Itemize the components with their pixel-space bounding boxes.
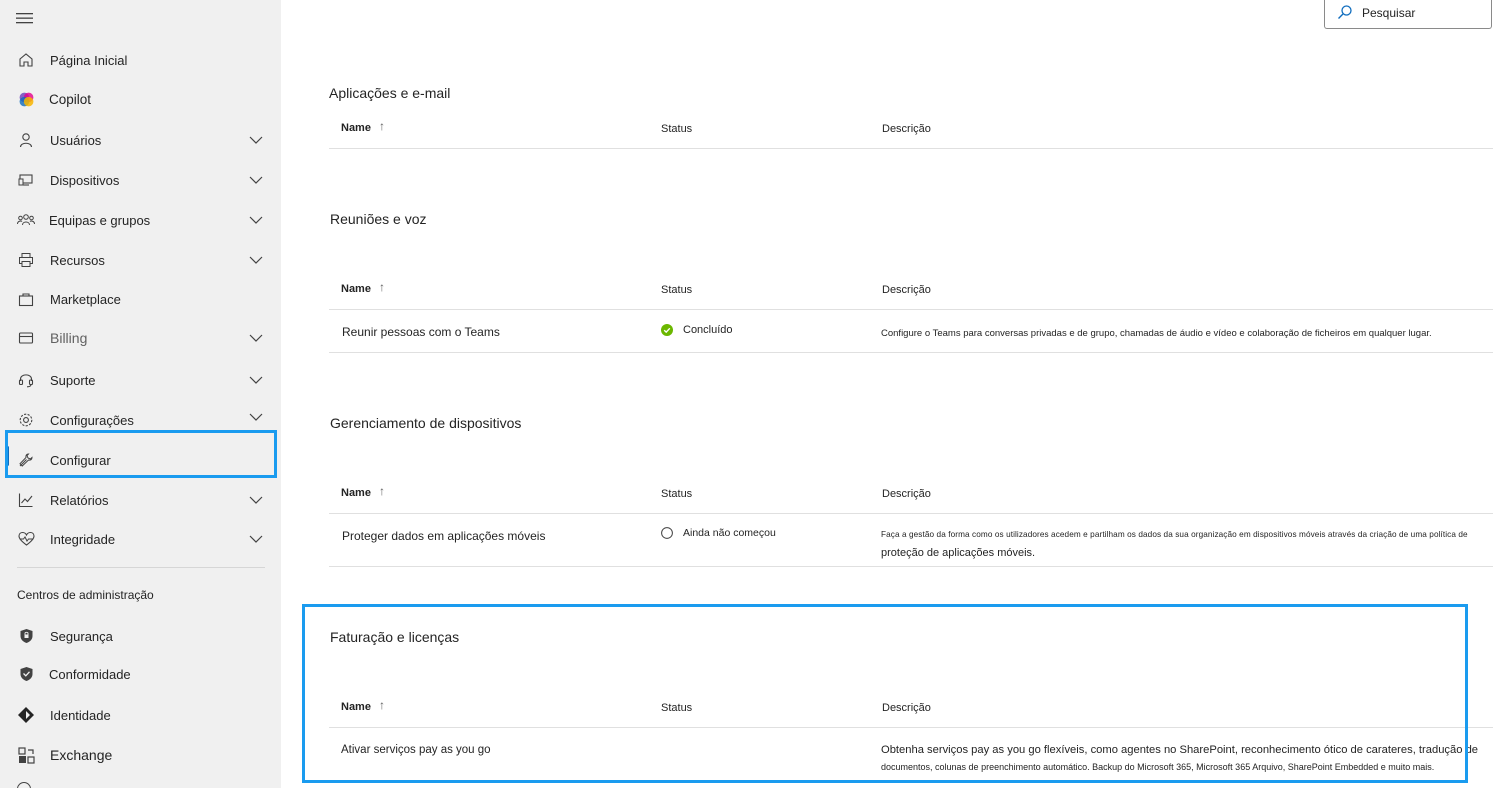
nav-item-label: Dispositivos bbox=[50, 172, 120, 188]
nav-item-resources[interactable]: Recursos bbox=[0, 241, 281, 279]
nav-item-home[interactable]: Página Inicial bbox=[0, 41, 281, 79]
section-title-device-management: Gerenciamento de dispositivos bbox=[330, 415, 522, 431]
chevron-down-icon[interactable] bbox=[249, 495, 263, 505]
nav-item-identity[interactable]: Identidade bbox=[0, 696, 281, 734]
shield-icon bbox=[17, 627, 35, 645]
column-header-name[interactable]: Name bbox=[341, 487, 371, 499]
heart-pulse-icon bbox=[17, 530, 35, 548]
task-description-line2: proteção de aplicações móveis. bbox=[881, 547, 1036, 559]
sort-up-arrow-icon[interactable]: ↑ bbox=[379, 280, 385, 294]
task-description-line1: Faça a gestão da forma como os utilizado… bbox=[881, 530, 1468, 539]
nav-item-label: Configurações bbox=[50, 412, 134, 428]
gear-icon bbox=[17, 411, 35, 429]
column-header-name[interactable]: Name bbox=[341, 122, 371, 134]
sort-up-arrow-icon[interactable]: ↑ bbox=[379, 119, 385, 133]
devices-icon bbox=[17, 171, 35, 189]
checkmark-circle-icon bbox=[661, 324, 673, 336]
shopping-bag-icon bbox=[17, 290, 35, 308]
user-icon bbox=[17, 131, 35, 149]
nav-item-label: Exchange bbox=[50, 747, 113, 763]
nav-item-security[interactable]: Segurança bbox=[0, 617, 281, 655]
chevron-down-icon[interactable] bbox=[249, 135, 263, 145]
credit-card-icon bbox=[17, 329, 35, 347]
status-text: Ainda não começou bbox=[683, 527, 776, 539]
nav-item-copilot[interactable]: Copilot bbox=[0, 80, 281, 118]
chevron-down-icon[interactable] bbox=[249, 375, 263, 385]
status-cell: Concluído bbox=[661, 324, 733, 336]
nav-item-label: Usuários bbox=[50, 132, 102, 148]
column-header-name[interactable]: Name bbox=[341, 283, 371, 295]
column-header-description[interactable]: Descrição bbox=[882, 123, 931, 135]
people-team-icon bbox=[17, 211, 35, 229]
hamburger-menu-icon[interactable] bbox=[16, 10, 34, 26]
nav-item-exchange[interactable]: Exchange bbox=[0, 736, 281, 774]
nav-item-label: Identidade bbox=[50, 707, 111, 723]
chevron-down-icon[interactable] bbox=[249, 255, 263, 265]
nav-item-label: Relatórios bbox=[50, 492, 109, 508]
highlight-billing-section bbox=[302, 604, 1468, 783]
table-divider bbox=[329, 309, 1493, 310]
column-header-description[interactable]: Descrição bbox=[882, 488, 931, 500]
column-header-status[interactable]: Status bbox=[661, 284, 692, 296]
chevron-down-icon[interactable] bbox=[249, 215, 263, 225]
home-icon bbox=[17, 51, 35, 69]
highlight-setup bbox=[5, 430, 277, 478]
nav-divider bbox=[17, 567, 265, 568]
search-placeholder: Pesquisar bbox=[1362, 6, 1416, 20]
table-divider bbox=[329, 148, 1493, 149]
task-name-link[interactable]: Proteger dados em aplicações móveis bbox=[342, 529, 545, 543]
column-header-description[interactable]: Descrição bbox=[882, 284, 931, 296]
sort-up-arrow-icon[interactable]: ↑ bbox=[379, 484, 385, 498]
shield-check-icon bbox=[17, 665, 35, 683]
nav-item-teams-groups[interactable]: Equipas e grupos bbox=[0, 201, 281, 239]
nav-item-label: Conformidade bbox=[49, 666, 131, 682]
nav-item-users[interactable]: Usuários bbox=[0, 121, 281, 159]
identity-diamond-icon bbox=[17, 706, 35, 724]
column-header-status[interactable]: Status bbox=[661, 123, 692, 135]
nav-item-label: Billing bbox=[50, 330, 88, 346]
chevron-down-icon[interactable] bbox=[249, 534, 263, 544]
nav-item-health[interactable]: Integridade bbox=[0, 520, 281, 558]
nav-item-devices[interactable]: Dispositivos bbox=[0, 161, 281, 199]
table-divider bbox=[329, 566, 1493, 567]
nav-item-label: Marketplace bbox=[50, 291, 121, 307]
status-text: Concluído bbox=[683, 324, 733, 336]
exchange-icon bbox=[17, 746, 35, 764]
nav-item-billing[interactable]: Billing bbox=[0, 319, 281, 357]
table-divider bbox=[329, 513, 1493, 514]
nav-item-label: Integridade bbox=[50, 531, 116, 547]
nav-item-support[interactable]: Suporte bbox=[0, 361, 281, 399]
task-name-link[interactable]: Reunir pessoas com o Teams bbox=[342, 325, 500, 339]
empty-circle-icon bbox=[661, 527, 673, 539]
line-chart-icon bbox=[17, 491, 35, 509]
task-description: Configure o Teams para conversas privada… bbox=[881, 328, 1432, 339]
chevron-down-icon[interactable] bbox=[249, 333, 263, 343]
section-title-apps-email: Aplicações e e-mail bbox=[329, 85, 451, 101]
admin-centers-heading: Centros de administração bbox=[17, 588, 154, 602]
nav-item-label: Segurança bbox=[50, 628, 113, 644]
nav-item-label: Suporte bbox=[50, 372, 96, 388]
search-icon bbox=[1338, 5, 1352, 19]
column-header-status[interactable]: Status bbox=[661, 488, 692, 500]
more-admin-centers-icon bbox=[17, 782, 31, 788]
chevron-down-icon[interactable] bbox=[249, 412, 263, 422]
search-box[interactable]: Pesquisar bbox=[1324, 0, 1492, 29]
nav-item-compliance[interactable]: Conformidade bbox=[0, 655, 281, 693]
nav-item-label: Recursos bbox=[50, 252, 105, 268]
nav-item-label: Página Inicial bbox=[50, 52, 128, 68]
table-divider bbox=[329, 352, 1493, 353]
nav-item-label: Copilot bbox=[49, 91, 92, 107]
nav-item-reports[interactable]: Relatórios bbox=[0, 481, 281, 519]
nav-item-label: Equipas e grupos bbox=[49, 212, 151, 228]
nav-item-marketplace[interactable]: Marketplace bbox=[0, 280, 281, 318]
headset-icon bbox=[17, 371, 35, 389]
printer-icon bbox=[17, 251, 35, 269]
status-cell: Ainda não começou bbox=[661, 527, 776, 539]
chevron-down-icon[interactable] bbox=[249, 175, 263, 185]
copilot-icon bbox=[17, 90, 35, 108]
left-navigation: Página Inicial Copilot Usuários Disposit… bbox=[0, 0, 281, 788]
section-title-meetings-voice: Reuniões e voz bbox=[330, 211, 427, 227]
